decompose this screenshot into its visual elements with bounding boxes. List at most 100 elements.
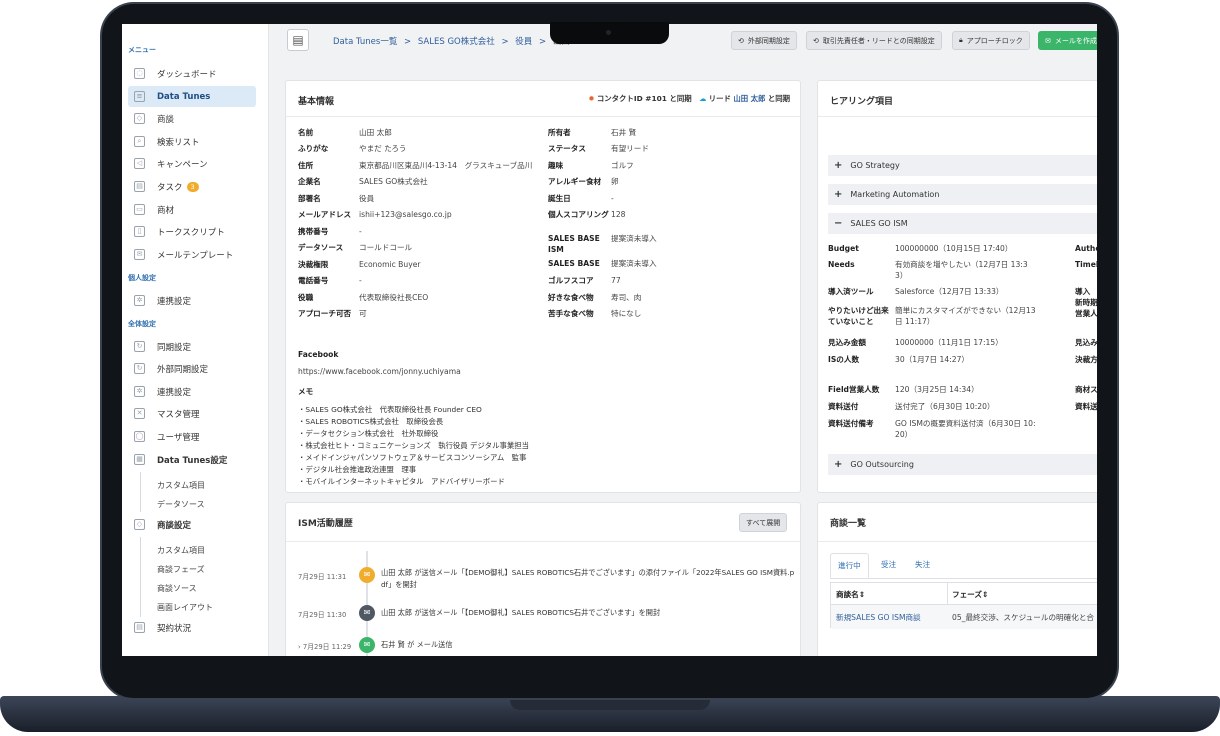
accordion-label: GO Outsourcing — [850, 460, 914, 469]
sidebar-item-tasks[interactable]: ▤ タスク 3 — [128, 176, 256, 197]
sidebar-item-products[interactable]: ▭ 商材 — [128, 199, 256, 220]
sidebar-item-label: 契約状況 — [157, 623, 192, 634]
sidebar-item-label: 検索リスト — [157, 137, 200, 148]
sidebar-item-dashboard[interactable]: ◌ ダッシュボード — [128, 63, 256, 84]
sidebar-item-label: 商談 — [157, 114, 175, 125]
accordion-marketing-automation[interactable]: + Marketing Automation — [828, 184, 1097, 205]
sidebar-item-deals[interactable]: ◇ 商談 — [128, 108, 256, 129]
sidebar-item-master[interactable]: ✕ マスタ管理 — [128, 403, 256, 424]
sidebar-item-mail-template[interactable]: ✉ メールテンプレート — [128, 244, 256, 265]
sidebar-sub-deal-phase[interactable]: 商談フェーズ — [157, 564, 205, 575]
field-label: SALES BASE — [548, 259, 600, 268]
sidebar: メニュー ◌ ダッシュボード ≡ Data Tunes ◇ 商談 ⌕ 検索リスト ◁ キャ… — [122, 24, 269, 656]
sidebar-item-search-list[interactable]: ⌕ 検索リスト — [128, 131, 256, 152]
field-value: SALES GO株式会社 — [359, 177, 428, 186]
tab-won[interactable]: 受注 — [874, 553, 903, 576]
table-row[interactable]: 新規SALES GO ISM商談 05_最終交渉、スケジュールの明確化と合 — [831, 605, 1097, 629]
sidebar-section-menu: メニュー — [128, 46, 156, 54]
field-value: やまだ たろう — [359, 144, 407, 153]
deals-table: 商談名⇕ フェーズ⇕ 新規SALES GO ISM商談 05_最終交渉、スケジュ… — [830, 582, 1097, 629]
laptop-frame: メニュー ◌ ダッシュボード ≡ Data Tunes ◇ 商談 ⌕ 検索リスト ◁ キャ… — [0, 0, 1220, 736]
sidebar-item-external-sync[interactable]: ↻ 外部同期設定 — [128, 358, 256, 379]
sort-icon: ⇕ — [858, 590, 866, 599]
plus-icon: + — [834, 160, 843, 171]
field-label: 住所 — [298, 161, 314, 170]
handshake-icon: ◇ — [134, 113, 145, 124]
hearing-value: 10000000（11月1日 17:15） — [895, 338, 1003, 347]
approach-lock-button[interactable]: 🔒︎ アプローチロック — [952, 31, 1030, 50]
plus-icon: + — [834, 459, 843, 470]
minus-icon: − — [834, 218, 843, 229]
card-title: ヒアリング項目 — [830, 97, 894, 107]
sidebar-sub-deal-source[interactable]: 商談ソース — [157, 583, 197, 594]
hearing-label-cut: 見込み — [1075, 338, 1097, 347]
sidebar-item-data-tunes[interactable]: ≡ Data Tunes — [128, 86, 256, 107]
hearing-value: 100000000（10月15日 17:40） — [895, 244, 1013, 253]
breadcrumb-sep: > — [538, 37, 547, 47]
hearing-value: 簡単にカスタマイズができない（12月13 — [895, 306, 1036, 315]
sync-icon: ⟲ — [738, 36, 744, 45]
sidebar-item-contract[interactable]: ▤ 契約状況 — [128, 617, 256, 638]
timeline-time[interactable]: › 7月29日 11:29 — [298, 641, 351, 651]
sidebar-sub-custom-fields[interactable]: カスタム項目 — [157, 480, 205, 491]
column-header-phase[interactable]: フェーズ⇕ — [952, 589, 988, 600]
breadcrumb-list[interactable]: Data Tunes一覧 — [333, 37, 397, 47]
card-title: 商談一覧 — [830, 519, 867, 529]
external-sync-button[interactable]: ⟲ 外部同期設定 — [731, 31, 797, 50]
deals-card: 商談一覧 進行中 受注 失注 商談名⇕ フェーズ⇕ 新規SALES GO ISM… — [817, 502, 1097, 656]
lead-sync-link[interactable]: 山田 太郎 — [733, 94, 765, 103]
expand-all-button[interactable]: すべて展開 — [739, 513, 788, 532]
tab-underline — [830, 578, 1097, 579]
tab-lost[interactable]: 失注 — [908, 553, 937, 576]
sidebar-item-deal-settings[interactable]: ◇ 商談設定 — [128, 514, 256, 535]
hearing-label: Budget — [828, 244, 859, 253]
sidebar-sub-layout[interactable]: 画面レイアウト — [157, 602, 213, 613]
hearing-value-cont: 日 11:17） — [895, 317, 935, 326]
accordion-label: Marketing Automation — [850, 190, 940, 199]
field-value: - — [359, 276, 362, 285]
sidebar-item-personal-integration[interactable]: ✲ 連携設定 — [128, 290, 256, 311]
sidebar-item-campaign[interactable]: ◁ キャンペーン — [128, 153, 256, 174]
sidebar-item-label: トークスクリプト — [157, 227, 225, 238]
hearing-label: Needs — [828, 260, 855, 269]
breadcrumb-department[interactable]: 役員 — [515, 37, 532, 47]
sidebar-item-label: メールテンプレート — [157, 250, 234, 261]
memo-line: ・メイドインジャパンソフトウェア＆サービスコンソーシアム 監事 — [298, 453, 527, 462]
sidebar-item-global-integration[interactable]: ✲ 連携設定 — [128, 381, 256, 402]
field-value: 可 — [359, 309, 367, 318]
sidebar-item-users[interactable]: ◯ ユーザ管理 — [128, 426, 256, 447]
table-icon: ▦ — [134, 454, 145, 465]
sidebar-item-label: 商談設定 — [157, 520, 192, 531]
accordion-sales-go-ism[interactable]: − SALES GO ISM — [828, 213, 1097, 234]
list-icon: ≡ — [134, 91, 145, 102]
sidebar-item-talk-script[interactable]: ▯ トークスクリプト — [128, 221, 256, 242]
facebook-value[interactable]: https://www.facebook.com/jonny.uchiyama — [298, 366, 461, 377]
accordion-go-outsourcing[interactable]: + GO Outsourcing — [828, 454, 1097, 475]
record-icon: ▤ — [287, 29, 309, 51]
task-count-badge: 3 — [186, 181, 199, 192]
hearing-label: 導入済ツール — [828, 287, 874, 296]
sidebar-item-sync-settings[interactable]: ↻ 同期設定 — [128, 336, 256, 357]
deal-name-link[interactable]: 新規SALES GO ISM商談 — [836, 612, 921, 623]
column-header-deal-name[interactable]: 商談名⇕ — [836, 589, 865, 600]
sidebar-sub-deal-custom[interactable]: カスタム項目 — [157, 545, 205, 556]
field-label: 所有者 — [548, 128, 571, 137]
sidebar-sub-data-source[interactable]: データソース — [157, 499, 205, 510]
breadcrumb-company[interactable]: SALES GO株式会社 — [418, 37, 495, 47]
contact-sync-text: コンタクトID #101 と同期 — [596, 94, 692, 103]
tab-in-progress[interactable]: 進行中 — [830, 553, 869, 578]
timeline-line-1: 山田 太郎 が送信メール「【DEMO御礼】SALES ROBOTICS石井でござ… — [381, 568, 795, 577]
field-value: 提案済未導入 — [611, 259, 657, 268]
contact-lead-sync-button[interactable]: ⟲ 取引先責任者・リードとの同期設定 — [806, 31, 942, 50]
sidebar-item-label: Data Tunes設定 — [157, 455, 228, 466]
tools-icon: ✕ — [134, 408, 145, 419]
sidebar-item-label: 連携設定 — [157, 296, 192, 307]
hearing-value-cont: 20） — [895, 430, 913, 439]
card-title: ISM活動履歴 — [298, 519, 353, 529]
compose-mail-button[interactable]: ✉ メールを作成 — [1038, 31, 1097, 50]
sidebar-item-data-tunes-settings[interactable]: ▦ Data Tunes設定 — [128, 449, 256, 470]
header-label: 商談名 — [836, 590, 859, 599]
sidebar-item-label: 商材 — [157, 205, 175, 216]
accordion-go-strategy[interactable]: + GO Strategy — [828, 155, 1097, 176]
field-label: アレルギー食材 — [548, 177, 602, 186]
